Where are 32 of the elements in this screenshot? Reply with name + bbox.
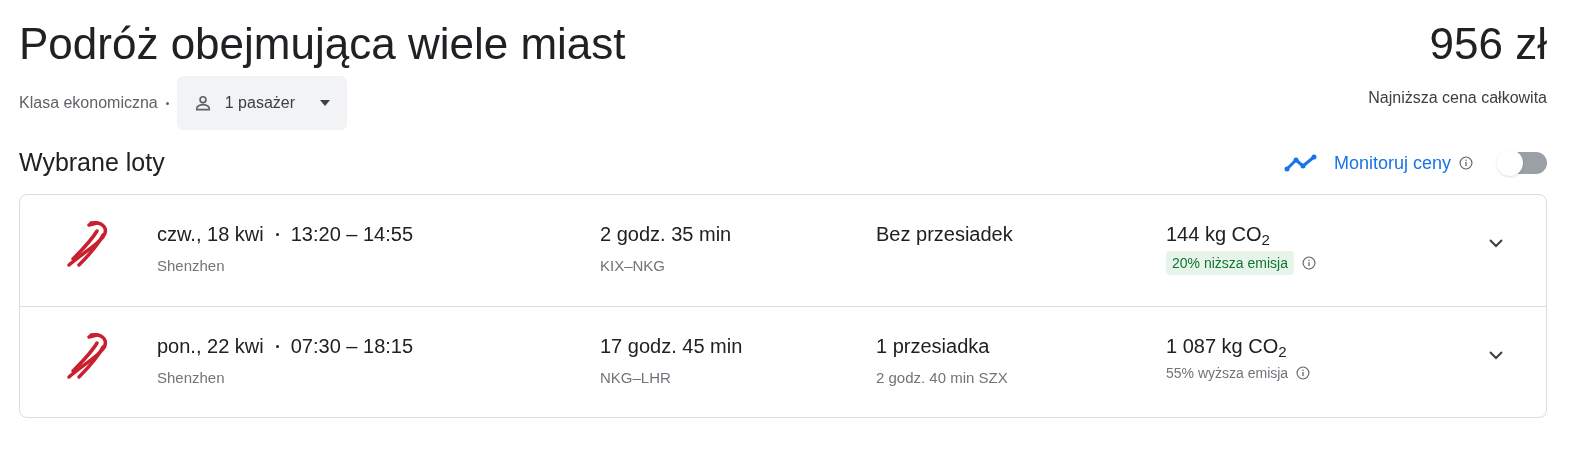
flight-duration: 2 godz. 35 min <box>600 222 733 247</box>
flight-date: pon., 22 kwi <box>157 334 264 359</box>
emission-note: 55% wyższa emisja <box>1166 364 1289 383</box>
flight-duration: 17 godz. 45 min <box>600 334 744 359</box>
cabin-class: Klasa ekonomiczna <box>19 93 158 113</box>
price-note: Najniższa cena całkowita <box>1368 88 1547 108</box>
info-icon[interactable] <box>1301 256 1316 270</box>
flight-date: czw., 18 kwi <box>157 222 264 247</box>
airline-name: Shenzhen <box>157 368 226 388</box>
stops-info: 1 przesiadka <box>876 334 991 359</box>
emissions-value: 144 kg CO$_{2}$ <box>1166 222 1271 249</box>
emission-badge: 20% niższa emisja <box>1166 251 1294 275</box>
flight-row[interactable]: czw., 18 kwi 13:20 – 14:55 Shenzhen 2 godz. 35 min KIX–NKG Bez przesiadek 144 kg CO$_{2}$ 20% niższa emisja <box>20 195 1546 306</box>
trend-line-icon <box>1283 153 1318 173</box>
info-icon[interactable] <box>1459 156 1473 170</box>
flight-row[interactable]: pon., 22 kwi 07:30 – 18:15 Shenzhen 17 godz. 45 min NKG–LHR 1 przesiadka 2 godz. 40 min SZX 1 087 kg CO$_{2}$ 55% wyższa emisja <box>20 306 1546 417</box>
total-price: 956 zł <box>1429 18 1547 70</box>
section-title: Wybrane loty <box>19 147 165 179</box>
flight-times: 13:20 – 14:55 <box>290 222 414 247</box>
flight-route: KIX–NKG <box>600 256 667 276</box>
info-icon[interactable] <box>1296 366 1311 380</box>
airline-name: Shenzhen <box>157 256 226 276</box>
track-prices-toggle[interactable] <box>1497 150 1547 176</box>
track-prices-label: Monitoruj ceny <box>1333 151 1451 175</box>
flight-route: NKG–LHR <box>600 368 672 388</box>
emissions-value: 1 087 kg CO$_{2}$ <box>1166 334 1288 361</box>
passengers-dropdown[interactable]: 1 pasażer <box>176 76 347 130</box>
stops-info: Bez przesiadek <box>876 222 1014 247</box>
page-title: Podróż obejmująca wiele miast <box>19 18 626 70</box>
flight-times: 07:30 – 18:15 <box>290 334 414 359</box>
layover-info: 2 godz. 40 min SZX <box>876 368 1009 388</box>
caret-icon <box>319 99 331 107</box>
